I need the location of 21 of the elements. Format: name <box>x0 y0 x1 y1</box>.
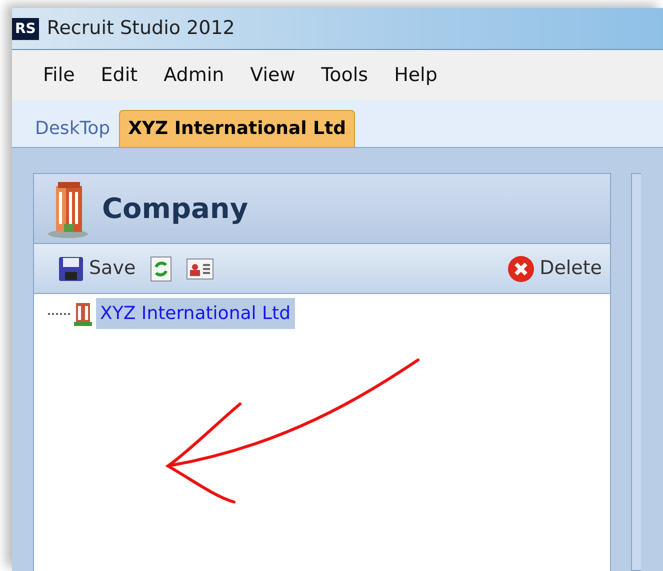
card-button[interactable] <box>184 256 216 282</box>
menu-item[interactable]: View <box>237 60 308 90</box>
refresh-button[interactable] <box>148 254 174 284</box>
refresh-icon <box>150 256 172 282</box>
tree-item[interactable]: XYZ International Ltd <box>96 298 294 329</box>
menu-item[interactable]: File <box>30 60 88 90</box>
menu-item[interactable]: Edit <box>88 60 151 90</box>
delete-icon <box>506 254 535 282</box>
delete-button[interactable]: Delete <box>504 252 604 285</box>
tab[interactable]: XYZ International Ltd <box>119 110 356 147</box>
menu-item[interactable]: Tools <box>308 60 382 90</box>
tab[interactable]: DeskTop <box>26 110 120 147</box>
window-title: Recruit Studio 2012 <box>46 16 235 42</box>
save-icon <box>58 256 84 282</box>
save-button[interactable]: Save <box>56 252 138 285</box>
menu-item[interactable]: Admin <box>150 60 238 90</box>
app-logo: RS <box>12 18 39 40</box>
contact-card-icon <box>186 258 214 280</box>
building-icon <box>74 300 92 326</box>
panel-title: Company <box>102 190 248 226</box>
menu-item[interactable]: Help <box>381 60 450 90</box>
